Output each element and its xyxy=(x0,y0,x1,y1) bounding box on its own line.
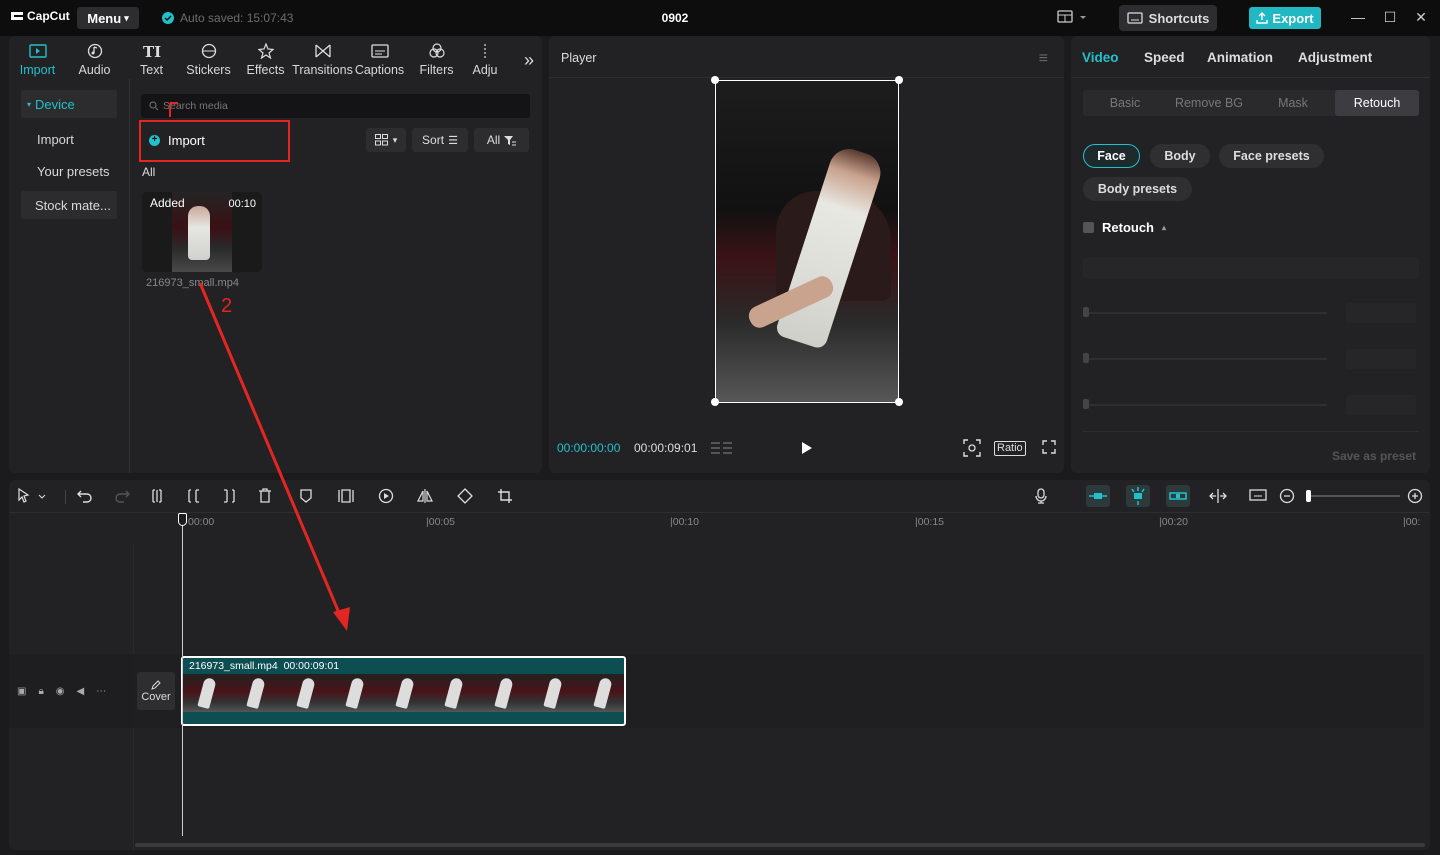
annotation-arrow xyxy=(169,102,350,631)
